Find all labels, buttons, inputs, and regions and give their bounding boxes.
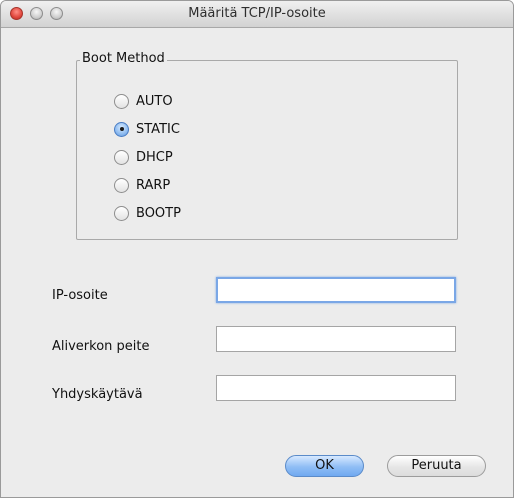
radio-option-static[interactable]: STATIC [114, 119, 180, 139]
radio-button-auto[interactable] [114, 93, 129, 109]
window-title: Määritä TCP/IP-osoite [188, 6, 326, 21]
ip-address-label: IP-osoite [52, 288, 108, 303]
boot-method-label: Boot Method [80, 51, 167, 66]
radio-option-dhcp[interactable]: DHCP [114, 147, 173, 167]
radio-option-rarp[interactable]: RARP [114, 175, 170, 195]
radio-label-bootp: BOOTP [136, 205, 181, 221]
radio-button-rarp[interactable] [114, 177, 129, 193]
radio-label-dhcp: DHCP [136, 149, 173, 165]
tcp-ip-dialog-window: Määritä TCP/IP-osoite Boot Method AUTO S… [0, 0, 514, 498]
radio-button-static[interactable] [114, 121, 129, 137]
radio-option-bootp[interactable]: BOOTP [114, 203, 181, 223]
radio-button-bootp[interactable] [114, 205, 129, 221]
radio-label-rarp: RARP [136, 177, 171, 193]
subnet-mask-label: Aliverkon peite [52, 339, 150, 354]
radio-label-static: STATIC [136, 121, 180, 137]
gateway-input[interactable] [216, 375, 456, 401]
subnet-mask-input[interactable] [216, 326, 456, 352]
radio-button-dhcp[interactable] [114, 149, 129, 165]
cancel-button[interactable]: Peruuta [387, 455, 486, 477]
radio-option-auto[interactable]: AUTO [114, 91, 173, 111]
radio-label-auto: AUTO [136, 93, 173, 109]
title-bar[interactable]: Määritä TCP/IP-osoite [1, 1, 513, 28]
ok-button[interactable]: OK [285, 455, 364, 477]
ip-address-input[interactable] [216, 277, 456, 303]
gateway-label: Yhdyskäytävä [52, 387, 143, 402]
